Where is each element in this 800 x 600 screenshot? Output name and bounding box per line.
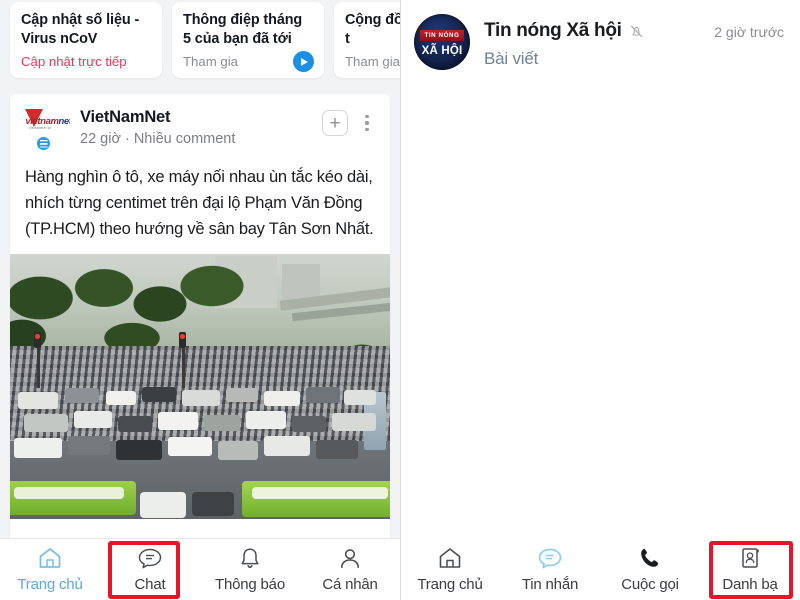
avatar[interactable]: vietnamnet vietnamnet.vn	[24, 106, 70, 152]
promo-cards-strip[interactable]: Cập nhật số liệu - Virus nCoV Cập nhật t…	[0, 0, 400, 84]
sidebar-item-label: Danh bạ	[722, 575, 778, 593]
sidebar-item-label: Cuộc gọi	[621, 575, 679, 593]
right-bottom-navigation[interactable]: Trang chủ Tin nhắn Cuộc gọi Danh bạ	[400, 538, 800, 600]
promo-card-action[interactable]: Cập nhật trực tiếp	[21, 54, 127, 69]
dual-phone-screenshot: Cập nhật số liệu - Virus nCoV Cập nhật t…	[0, 0, 800, 600]
conversation-subtitle[interactable]: Bài viết	[484, 49, 786, 69]
sidebar-item-label: Trang chủ	[17, 576, 83, 593]
home-icon	[37, 546, 63, 570]
logo-tagline: vietnamnet.vn	[29, 126, 52, 130]
sidebar-item-label: Trang chủ	[417, 575, 483, 593]
post-photo[interactable]	[10, 254, 390, 519]
sidebar-item-label: Cá nhân	[322, 576, 378, 593]
left-phone-panel: Cập nhật số liệu - Virus nCoV Cập nhật t…	[0, 0, 400, 600]
chat-bubble-icon	[137, 546, 163, 570]
sidebar-item-label: Tin nhắn	[521, 575, 579, 593]
person-icon	[337, 546, 363, 570]
sidebar-item-trang-chu[interactable]: Trang chủ	[0, 539, 100, 600]
sidebar-item-cuoc-goi[interactable]: Cuộc gọi	[600, 538, 700, 600]
conversation-timestamp: 2 giờ trước	[714, 24, 784, 40]
sidebar-item-chat[interactable]: Chat	[100, 539, 200, 600]
promo-card-message[interactable]: Thông điệp tháng 5 của bạn đã tới Tham g…	[172, 2, 324, 78]
follow-plus-button[interactable]: +	[322, 110, 348, 136]
post-more-options-icon[interactable]	[358, 110, 376, 136]
sidebar-item-tin-nhan[interactable]: Tin nhắn	[500, 538, 600, 600]
promo-card-community[interactable]: Cộng đồn quà, đối t Tham gia	[334, 2, 400, 78]
panel-divider	[400, 0, 401, 600]
chat-bubble-icon	[537, 546, 563, 570]
conversation-titles: Tin nóng Xã hội Bài viết	[484, 14, 786, 69]
sidebar-item-label: Chat	[134, 576, 166, 593]
feed-post[interactable]: vietnamnet vietnamnet.vn VietNamNet 22 g…	[10, 94, 390, 540]
logo-text: vietnamnet	[25, 115, 70, 127]
promo-card-action[interactable]: Tham gia	[345, 54, 400, 69]
avatar[interactable]: TIN NÓNG XÃ HỘI	[414, 14, 470, 70]
home-icon	[437, 546, 463, 570]
sidebar-item-thong-bao[interactable]: Thông báo	[200, 539, 300, 600]
conversation-name[interactable]: Tin nóng Xã hội	[484, 20, 622, 42]
post-header: vietnamnet vietnamnet.vn VietNamNet 22 g…	[10, 94, 390, 152]
photo-vehicles	[10, 386, 390, 478]
left-bottom-navigation[interactable]: Trang chủ Chat Thông báo Cá nhân	[0, 538, 400, 600]
promo-card-title: Cộng đồn quà, đối t	[345, 12, 400, 47]
avatar-ribbon-text: TIN NÓNG	[424, 32, 460, 39]
phone-icon	[637, 546, 663, 570]
promo-card-title: Thông điệp tháng 5 của bạn đã tới	[183, 12, 303, 47]
promo-card-title: Cập nhật số liệu - Virus nCoV	[21, 12, 140, 47]
vietnamnet-logo-icon: vietnamnet vietnamnet.vn	[24, 106, 70, 136]
verified-badge-icon	[35, 135, 52, 152]
avatar-ribbon: TIN NÓNG	[420, 30, 464, 41]
right-phone-panel: TIN NÓNG XÃ HỘI Tin nóng Xã hội Bài viết…	[400, 0, 800, 600]
bell-icon	[237, 546, 263, 570]
play-icon[interactable]	[293, 51, 314, 72]
promo-card-ncov[interactable]: Cập nhật số liệu - Virus nCoV Cập nhật t…	[10, 2, 162, 78]
conversation-header: TIN NÓNG XÃ HỘI Tin nóng Xã hội Bài viết…	[400, 0, 800, 70]
promo-card-action[interactable]: Tham gia	[183, 54, 238, 69]
post-body-text: Hàng nghìn ô tô, xe máy nối nhau ùn tắc …	[25, 168, 374, 238]
avatar-main-text: XÃ HỘI	[421, 44, 463, 57]
sidebar-item-ca-nhan[interactable]: Cá nhân	[300, 539, 400, 600]
contacts-card-icon	[737, 546, 763, 570]
sidebar-item-trang-chu[interactable]: Trang chủ	[400, 538, 500, 600]
avatar-main-text-wrap: XÃ HỘI	[418, 43, 466, 58]
sidebar-item-label: Thông báo	[215, 576, 285, 593]
bell-muted-icon	[629, 24, 644, 39]
sidebar-item-danh-ba[interactable]: Danh bạ	[700, 538, 800, 600]
